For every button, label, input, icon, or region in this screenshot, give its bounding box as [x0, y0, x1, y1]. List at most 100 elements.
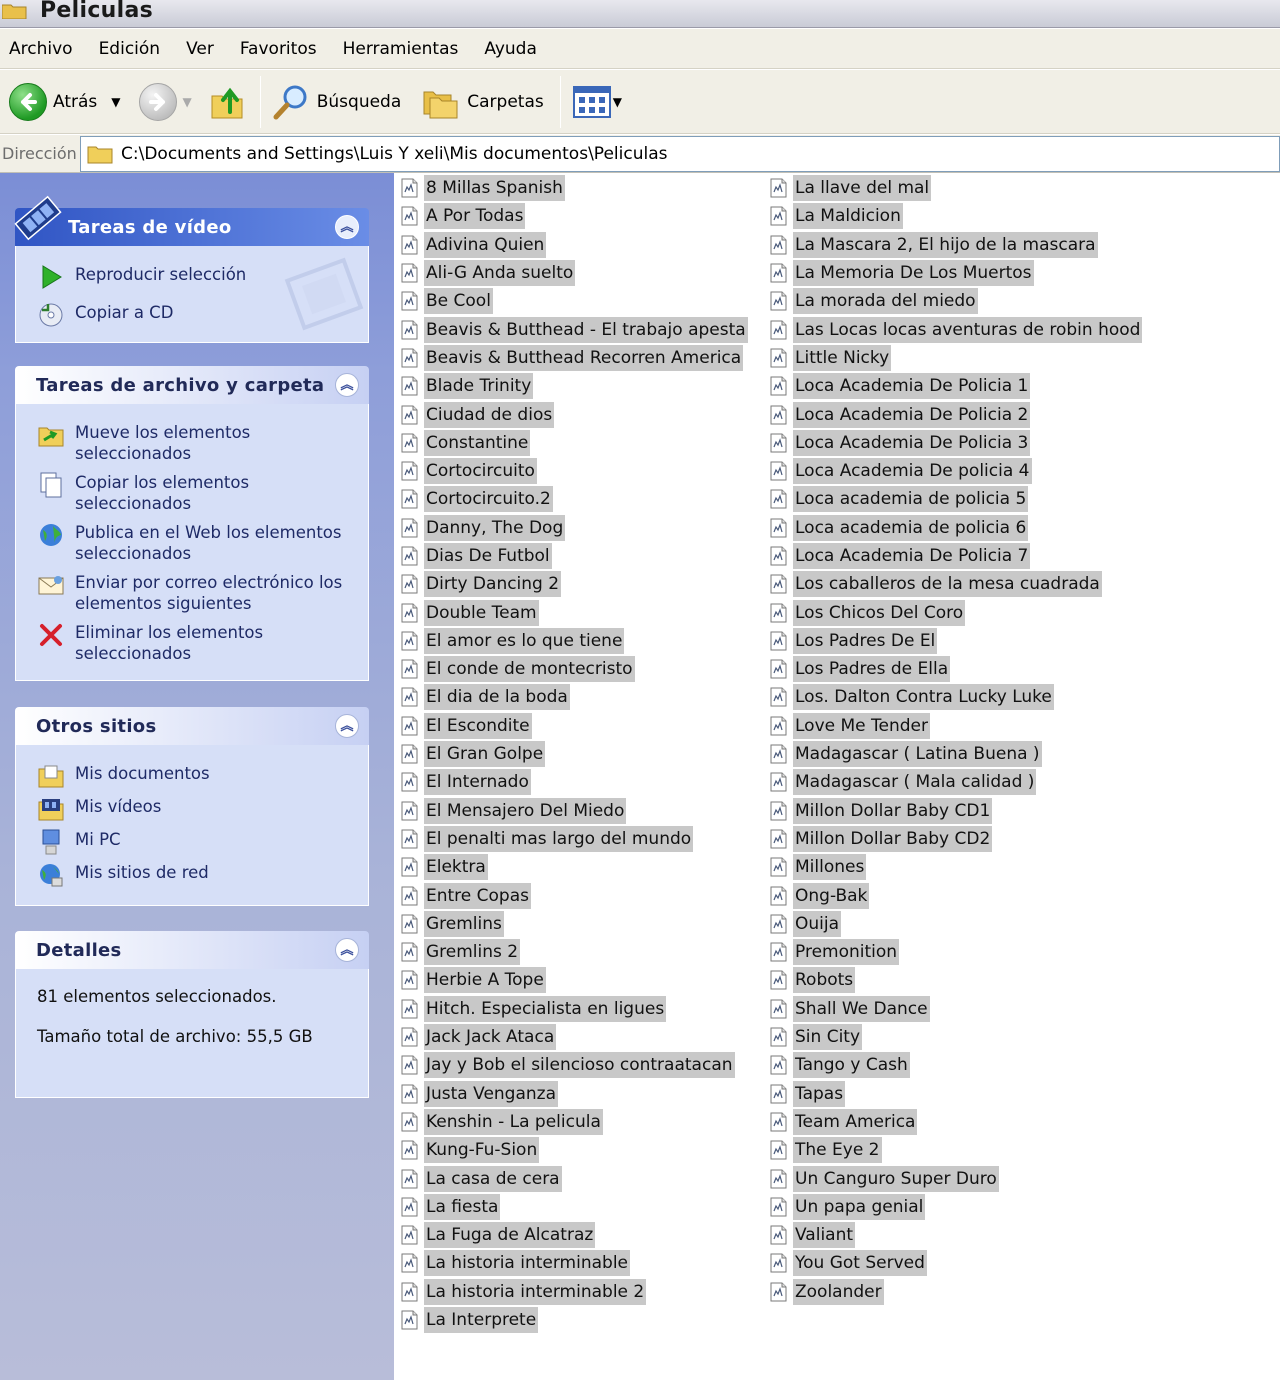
file-item[interactable]: Loca Academia De Policia 1	[766, 372, 1142, 400]
file-item[interactable]: Beavis & Butthead - El trabajo apesta	[397, 315, 748, 343]
menu-favoritos[interactable]: Favoritos	[240, 39, 317, 59]
file-item[interactable]: La llave del mal	[766, 174, 1142, 202]
file-item[interactable]: Elektra	[397, 853, 748, 881]
file-item[interactable]: Double Team	[397, 598, 748, 626]
file-item[interactable]: Cortocircuito.2	[397, 485, 748, 513]
file-item[interactable]: Millon Dollar Baby CD1	[766, 797, 1142, 825]
file-item[interactable]: Robots	[766, 966, 1142, 994]
collapse-chevron-icon[interactable]: ︽	[335, 215, 359, 239]
file-item[interactable]: Little Nicky	[766, 344, 1142, 372]
file-item[interactable]: 8 Millas Spanish	[397, 174, 748, 202]
menu-herramientas[interactable]: Herramientas	[343, 39, 459, 59]
file-item[interactable]: Blade Trinity	[397, 372, 748, 400]
file-item[interactable]: Premonition	[766, 938, 1142, 966]
file-item[interactable]: Ali-G Anda suelto	[397, 259, 748, 287]
file-item[interactable]: Loca academia de policia 5	[766, 485, 1142, 513]
file-item[interactable]: Loca academia de policia 6	[766, 514, 1142, 542]
file-item[interactable]: Un papa genial	[766, 1193, 1142, 1221]
file-item[interactable]: Los Chicos Del Coro	[766, 598, 1142, 626]
file-item[interactable]: Kung-Fu-Sion	[397, 1136, 748, 1164]
file-item[interactable]: El Escondite	[397, 712, 748, 740]
file-item[interactable]: El Internado	[397, 768, 748, 796]
file-item[interactable]: El amor es lo que tiene	[397, 627, 748, 655]
file-item[interactable]: La Memoria De Los Muertos	[766, 259, 1142, 287]
views-button[interactable]: ▼	[572, 78, 622, 126]
file-item[interactable]: Entre Copas	[397, 881, 748, 909]
file-item[interactable]: Los Padres de Ella	[766, 655, 1142, 683]
file-item[interactable]: Cortocircuito	[397, 457, 748, 485]
file-item[interactable]: Loca Academia De Policia 2	[766, 400, 1142, 428]
file-item[interactable]: Zoolander	[766, 1278, 1142, 1306]
file-item[interactable]: Los caballeros de la mesa cuadrada	[766, 570, 1142, 598]
file-item[interactable]: Gremlins	[397, 910, 748, 938]
file-item[interactable]: Gremlins 2	[397, 938, 748, 966]
file-item[interactable]: Adivina Quien	[397, 231, 748, 259]
file-item[interactable]: La Fuga de Alcatraz	[397, 1221, 748, 1249]
file-item[interactable]: Los Padres De El	[766, 627, 1142, 655]
file-item[interactable]: Millones	[766, 853, 1142, 881]
file-item[interactable]: Constantine	[397, 429, 748, 457]
network-places-link[interactable]: Mis sitios de red	[16, 862, 368, 895]
file-item[interactable]: La historia interminable 2	[397, 1278, 748, 1306]
details-header[interactable]: Detalles ︽	[15, 931, 369, 969]
file-item[interactable]: The Eye 2	[766, 1136, 1142, 1164]
file-item[interactable]: El conde de montecristo	[397, 655, 748, 683]
file-item[interactable]: You Got Served	[766, 1249, 1142, 1277]
file-item[interactable]: Beavis & Butthead Recorren America	[397, 344, 748, 372]
file-item[interactable]: Loca Academia De Policia 3	[766, 429, 1142, 457]
file-item[interactable]: Valiant	[766, 1221, 1142, 1249]
file-item[interactable]: Jack Jack Ataca	[397, 1023, 748, 1051]
file-item[interactable]: Loca Academia De policia 4	[766, 457, 1142, 485]
copy-items-task[interactable]: Copiar los elementos seleccionados	[16, 472, 368, 522]
collapse-chevron-icon[interactable]: ︽	[335, 714, 359, 738]
other-places-header[interactable]: Otros sitios ︽	[15, 707, 369, 745]
video-tasks-header[interactable]: Tareas de vídeo ︽	[14, 195, 369, 246]
file-item[interactable]: Los. Dalton Contra Lucky Luke	[766, 683, 1142, 711]
forward-button[interactable]	[138, 78, 177, 126]
file-item[interactable]: Las Locas locas aventuras de robin hood	[766, 315, 1143, 343]
file-item[interactable]: La Interprete	[397, 1306, 748, 1334]
address-field[interactable]: C:\Documents and Settings\Luis Y xeli\Mi…	[80, 135, 1280, 172]
my-documents-link[interactable]: Mis documentos	[16, 745, 368, 796]
file-item[interactable]: Kenshin - La pelicula	[397, 1108, 748, 1136]
file-item[interactable]: Ciudad de dios	[397, 400, 748, 428]
email-items-task[interactable]: Enviar por correo electrónico los elemen…	[16, 572, 368, 622]
file-item[interactable]: Loca Academia De Policia 7	[766, 542, 1142, 570]
menu-edicion[interactable]: Edición	[99, 39, 161, 59]
my-videos-link[interactable]: Mis vídeos	[16, 796, 368, 829]
file-item[interactable]: El Gran Golpe	[397, 740, 748, 768]
file-item[interactable]: La casa de cera	[397, 1164, 748, 1192]
forward-history-dropdown-icon[interactable]: ▼	[183, 95, 192, 109]
file-item[interactable]: El dia de la boda	[397, 683, 748, 711]
file-tasks-header[interactable]: Tareas de archivo y carpeta ︽	[15, 366, 369, 404]
menu-ayuda[interactable]: Ayuda	[484, 39, 537, 59]
file-item[interactable]: Shall We Dance	[766, 995, 1142, 1023]
file-item[interactable]: El Mensajero Del Miedo	[397, 797, 748, 825]
title-bar[interactable]: Peliculas	[0, 0, 1280, 28]
folders-button[interactable]: Carpetas	[421, 78, 544, 126]
file-item[interactable]: Justa Venganza	[397, 1080, 748, 1108]
file-item[interactable]: La morada del miedo	[766, 287, 1142, 315]
file-item[interactable]: Millon Dollar Baby CD2	[766, 825, 1142, 853]
file-item[interactable]: El penalti mas largo del mundo	[397, 825, 748, 853]
file-item[interactable]: Un Canguro Super Duro	[766, 1164, 1142, 1192]
file-item[interactable]: Hitch. Especialista en ligues	[397, 995, 748, 1023]
file-item[interactable]: Sin City	[766, 1023, 1142, 1051]
back-history-dropdown-icon[interactable]: ▼	[111, 95, 120, 109]
up-folder-button[interactable]	[208, 78, 248, 126]
file-item[interactable]: Herbie A Tope	[397, 966, 748, 994]
file-item[interactable]: Dias De Futbol	[397, 542, 748, 570]
file-item[interactable]: La Mascara 2, El hijo de la mascara	[766, 231, 1142, 259]
file-item[interactable]: Madagascar ( Latina Buena )	[766, 740, 1142, 768]
file-item[interactable]: Be Cool	[397, 287, 748, 315]
file-item[interactable]: Ong-Bak	[766, 881, 1142, 909]
file-item[interactable]: Tango y Cash	[766, 1051, 1142, 1079]
my-computer-link[interactable]: Mi PC	[16, 829, 368, 862]
file-item[interactable]: Love Me Tender	[766, 712, 1142, 740]
move-items-task[interactable]: Mueve los elementos seleccionados	[16, 404, 368, 472]
file-item[interactable]: Danny, The Dog	[397, 514, 748, 542]
file-item[interactable]: La fiesta	[397, 1193, 748, 1221]
file-item[interactable]: Ouija	[766, 910, 1142, 938]
file-item[interactable]: Jay y Bob el silencioso contraatacan	[397, 1051, 748, 1079]
search-button[interactable]: Búsqueda	[271, 78, 401, 126]
